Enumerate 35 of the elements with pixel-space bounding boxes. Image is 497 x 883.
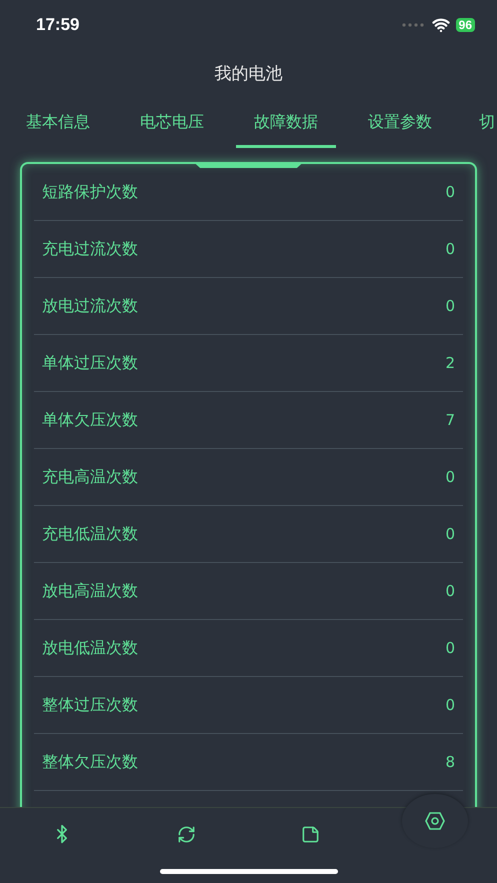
row-value: 0 bbox=[445, 639, 455, 657]
row-label: 充电高温次数 bbox=[42, 466, 138, 488]
status-time: 17:59 bbox=[36, 15, 80, 35]
row-label: 整体欠压次数 bbox=[42, 752, 138, 772]
row-value: 0 bbox=[445, 297, 455, 315]
row-label: 整体过压次数 bbox=[42, 694, 138, 716]
tab[interactable]: 设置参数 bbox=[368, 112, 432, 148]
row-value: 0 bbox=[445, 582, 455, 600]
row-label: 放电低温次数 bbox=[42, 638, 138, 658]
settings-icon bbox=[424, 812, 445, 830]
row-value: 8 bbox=[445, 753, 455, 771]
row-value: 0 bbox=[445, 696, 455, 714]
row-value: 2 bbox=[445, 354, 455, 372]
note-icon bbox=[301, 824, 320, 844]
tab[interactable]: 电芯电压 bbox=[140, 112, 204, 148]
wifi-icon bbox=[432, 16, 450, 34]
row-label: 放电过流次数 bbox=[42, 296, 138, 316]
row-value: 0 bbox=[445, 525, 455, 543]
row-label: 充电低温次数 bbox=[42, 524, 138, 544]
row-value: 0 bbox=[445, 468, 455, 486]
tab[interactable]: 切 bbox=[479, 112, 495, 148]
tab[interactable]: 基本信息 bbox=[26, 112, 90, 148]
row-label: 短路保护次数 bbox=[42, 182, 138, 202]
page-title: 我的电池 bbox=[214, 62, 282, 84]
row-label: 充电过流次数 bbox=[42, 238, 138, 260]
row-label: 单体欠压次数 bbox=[42, 410, 138, 430]
row-label: 单体过压次数 bbox=[42, 352, 138, 374]
tab[interactable]: 故障数据 bbox=[236, 112, 336, 148]
row-value: 0 bbox=[445, 183, 455, 201]
battery-level: 96 bbox=[456, 18, 475, 32]
signal-icon bbox=[402, 23, 424, 27]
row-value: 0 bbox=[445, 240, 455, 258]
refresh-icon bbox=[176, 824, 196, 844]
row-value: 7 bbox=[445, 411, 455, 429]
row-label: 放电高温次数 bbox=[42, 580, 138, 602]
